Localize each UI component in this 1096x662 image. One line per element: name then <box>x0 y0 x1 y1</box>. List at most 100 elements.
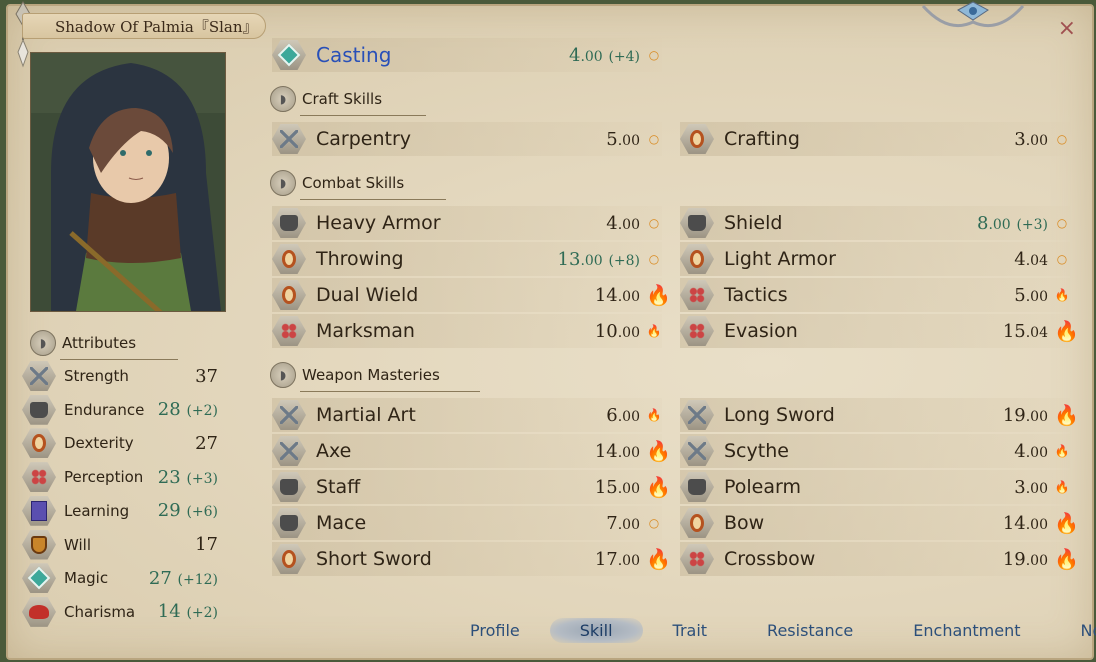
ring-icon <box>22 428 56 459</box>
attributes-header-label: Attributes <box>62 334 137 352</box>
attribute-row-learning[interactable]: Learning 29 (+6) <box>22 495 218 527</box>
potential-icon: 🔥 <box>1054 480 1070 494</box>
potential-icon: 🔥 <box>1054 511 1079 535</box>
tab-note[interactable]: Note <box>1051 618 1096 643</box>
attribute-row-magic[interactable]: Magic 27 (+12) <box>22 562 218 594</box>
skill-value-int: 3 <box>1014 476 1026 498</box>
skill-value-dec: .00 <box>1025 444 1048 461</box>
attribute-row-strength[interactable]: Strength 37 <box>22 360 218 392</box>
skill-name: Carpentry <box>316 128 412 150</box>
skill-row-light-armor[interactable]: Light Armor 4.04 ○ <box>680 242 1070 276</box>
skill-value: 3.00 <box>1014 129 1048 150</box>
skill-value-int: 14 <box>594 284 618 306</box>
skill-value-dec: .00 <box>1025 480 1048 497</box>
attribute-bonus: (+12) <box>177 571 218 588</box>
skill-value-dec: .00 <box>988 216 1011 233</box>
skill-name: Martial Art <box>316 404 416 426</box>
armor-icon <box>272 208 306 238</box>
skill-row-casting[interactable]: Casting 4.00 (+4) ○ <box>272 38 662 72</box>
skill-value-dec: .00 <box>1025 408 1048 425</box>
attribute-row-endurance[interactable]: Endurance 28 (+2) <box>22 394 218 426</box>
ring-icon <box>272 544 306 574</box>
potential-icon: ○ <box>648 216 660 230</box>
skill-name: Heavy Armor <box>316 212 441 234</box>
skill-name: Marksman <box>316 320 415 342</box>
skill-row-shield[interactable]: Shield 8.00 (+3) ○ <box>680 206 1070 240</box>
skill-row-axe[interactable]: Axe 14.00 🔥 <box>272 434 671 468</box>
skill-value-dec: .00 <box>1025 552 1048 569</box>
skill-row-crafting[interactable]: Crafting 3.00 ○ <box>680 122 1070 156</box>
armor-icon <box>680 208 714 238</box>
skill-value-dec: .00 <box>617 516 640 533</box>
tab-resistance[interactable]: Resistance <box>737 618 883 643</box>
skill-row-crossbow[interactable]: Crossbow 19.00 🔥 <box>680 542 1079 576</box>
skill-value-int: 4 <box>606 212 618 234</box>
skill-name: Staff <box>316 476 361 498</box>
skill-row-tactics[interactable]: Tactics 5.00 🔥 <box>680 278 1070 312</box>
attribute-value-int: 27 <box>195 432 218 454</box>
skill-value-int: 19 <box>1002 404 1026 426</box>
skill-name: Scythe <box>724 440 789 462</box>
skill-bonus: (+8) <box>608 252 640 269</box>
sword-icon <box>272 400 306 430</box>
skill-value: 15.04 <box>1003 321 1048 342</box>
potential-icon: ○ <box>1056 252 1068 266</box>
tab-profile[interactable]: Profile <box>440 618 550 643</box>
skill-row-staff[interactable]: Staff 15.00 🔥 <box>272 470 671 504</box>
skill-row-bow[interactable]: Bow 14.00 🔥 <box>680 506 1079 540</box>
attribute-value: 28 (+2) <box>158 399 218 420</box>
tab-trait[interactable]: Trait <box>643 618 738 643</box>
skill-value-dec: .00 <box>617 444 640 461</box>
skill-value-int: 5 <box>606 128 618 150</box>
skill-row-throwing[interactable]: Throwing 13.00 (+8) ○ <box>272 242 662 276</box>
skill-value: 5.00 <box>606 129 640 150</box>
skill-row-marksman[interactable]: Marksman 10.00 🔥 <box>272 314 662 348</box>
sword-icon <box>680 400 714 430</box>
attribute-name: Perception <box>64 468 144 487</box>
attribute-bonus: (+6) <box>186 504 218 521</box>
sword-icon <box>680 436 714 466</box>
attribute-row-perception[interactable]: Perception 23 (+3) <box>22 461 218 493</box>
skill-name: Casting <box>316 43 392 67</box>
skill-name: Tactics <box>724 284 788 306</box>
potential-icon: 🔥 <box>1054 403 1079 427</box>
skill-value: 5.00 <box>1014 285 1048 306</box>
close-icon[interactable]: × <box>1058 16 1076 41</box>
potential-icon: 🔥 <box>1054 444 1070 458</box>
skill-row-scythe[interactable]: Scythe 4.00 🔥 <box>680 434 1070 468</box>
skill-value: 13.00 (+8) <box>558 249 640 270</box>
potential-icon: 🔥 <box>646 283 671 307</box>
tab-skill[interactable]: Skill <box>549 617 643 643</box>
attribute-value-int: 28 <box>157 399 181 421</box>
attribute-row-dexterity[interactable]: Dexterity 27 <box>22 427 218 459</box>
skill-row-evasion[interactable]: Evasion 15.04 🔥 <box>680 314 1079 348</box>
attribute-value-int: 17 <box>195 534 218 555</box>
skill-row-dual-wield[interactable]: Dual Wield 14.00 🔥 <box>272 278 671 312</box>
attribute-name: Endurance <box>64 400 145 419</box>
skill-value-dec: .00 <box>1025 516 1048 533</box>
header-underline <box>300 391 480 392</box>
combat-skills-header: ◗ Combat Skills <box>270 170 450 200</box>
skill-value: 8.00 (+3) <box>977 213 1048 234</box>
skill-row-long-sword[interactable]: Long Sword 19.00 🔥 <box>680 398 1079 432</box>
tab-enchantment[interactable]: Enchantment <box>883 618 1050 643</box>
skill-row-mace[interactable]: Mace 7.00 ○ <box>272 506 662 540</box>
skill-name: Long Sword <box>724 404 835 426</box>
ring-icon <box>680 124 714 154</box>
dots-icon <box>680 316 714 346</box>
ring-icon <box>680 244 714 274</box>
attribute-value: 37 <box>195 366 218 387</box>
potential-icon: ○ <box>648 132 660 146</box>
skill-row-heavy-armor[interactable]: Heavy Armor 4.00 ○ <box>272 206 662 240</box>
skill-row-martial-art[interactable]: Martial Art 6.00 🔥 <box>272 398 662 432</box>
skill-row-polearm[interactable]: Polearm 3.00 🔥 <box>680 470 1070 504</box>
skill-name: Bow <box>724 512 765 534</box>
skill-row-short-sword[interactable]: Short Sword 17.00 🔥 <box>272 542 671 576</box>
skill-name: Axe <box>316 440 352 462</box>
attribute-row-will[interactable]: Will 17 <box>22 529 218 561</box>
skill-row-carpentry[interactable]: Carpentry 5.00 ○ <box>272 122 662 156</box>
attribute-name: Will <box>64 535 92 554</box>
potential-icon: 🔥 <box>646 324 662 338</box>
attribute-row-charisma[interactable]: Charisma 14 (+2) <box>22 596 218 628</box>
skill-value: 4.04 <box>1014 249 1048 270</box>
